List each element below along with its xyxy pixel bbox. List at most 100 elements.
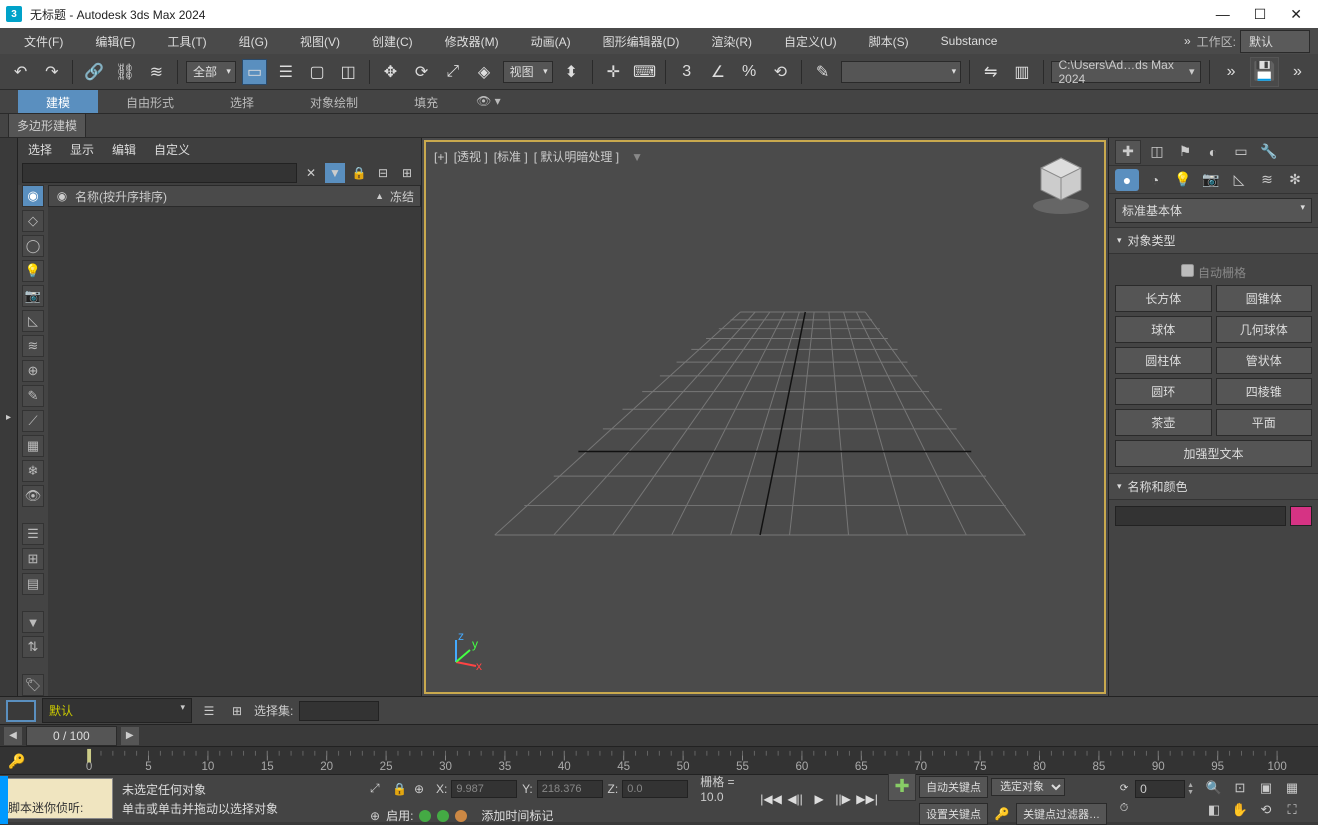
layer-dropdown[interactable]: 默认 bbox=[42, 698, 192, 723]
undo-button[interactable]: ↶ bbox=[8, 59, 33, 85]
pivot-button[interactable]: ⬍ bbox=[559, 59, 584, 85]
cylinder-button[interactable]: 圆柱体 bbox=[1115, 347, 1212, 374]
link-button[interactable]: 🔗 bbox=[81, 59, 106, 85]
manipulate-button[interactable]: ✛ bbox=[601, 59, 626, 85]
filter-spacewarps-icon[interactable]: ≋ bbox=[22, 335, 44, 357]
sort-icon[interactable]: ⇅ bbox=[22, 636, 44, 658]
menu-edit[interactable]: 编辑(E) bbox=[79, 29, 151, 54]
torus-button[interactable]: 圆环 bbox=[1115, 378, 1212, 405]
display-children-icon[interactable]: ⊟ bbox=[373, 163, 393, 183]
cameras-subtab-icon[interactable]: 📷 bbox=[1199, 169, 1223, 191]
scene-list-header[interactable]: ◉ 名称(按升序排序) ▲ 冻结 bbox=[48, 185, 421, 207]
modify-tab-icon[interactable]: ◫ bbox=[1145, 141, 1169, 163]
pyramid-button[interactable]: 四棱锥 bbox=[1216, 378, 1313, 405]
add-time-tag-button[interactable]: 添加时间标记 bbox=[481, 807, 553, 824]
geosphere-button[interactable]: 几何球体 bbox=[1216, 316, 1313, 343]
minimize-button[interactable]: — bbox=[1216, 6, 1230, 23]
layer-view-icon[interactable]: ▤ bbox=[22, 573, 44, 595]
ref-coord-dropdown[interactable]: 视图 bbox=[503, 61, 553, 83]
timeslider-handle[interactable]: 0 / 100 bbox=[26, 726, 117, 746]
ribbon-tab-paint[interactable]: 对象绘制 bbox=[282, 90, 386, 113]
display-influences-icon[interactable]: ⊞ bbox=[397, 163, 417, 183]
zoom-extents-button[interactable]: ▣ bbox=[1254, 778, 1278, 798]
funnel-icon[interactable]: ▼ bbox=[22, 611, 44, 633]
viewport-thumb[interactable] bbox=[6, 700, 36, 722]
coord-y-input[interactable] bbox=[537, 780, 603, 798]
lights-subtab-icon[interactable]: 💡 bbox=[1171, 169, 1195, 191]
placement-button[interactable]: ◈ bbox=[471, 59, 496, 85]
percent-snap-button[interactable]: % bbox=[737, 59, 762, 85]
filter-frozen-icon[interactable]: ❄ bbox=[22, 460, 44, 482]
create-tab-icon[interactable]: ✚ bbox=[1115, 140, 1141, 164]
enable-dot-2[interactable] bbox=[437, 810, 449, 822]
header-name-col[interactable]: 名称(按升序排序) bbox=[75, 188, 375, 205]
rollout-name-color[interactable]: 名称和颜色 bbox=[1109, 473, 1318, 500]
enable-dot-1[interactable] bbox=[419, 810, 431, 822]
display-tab-icon[interactable]: ▭ bbox=[1229, 141, 1253, 163]
helpers-subtab-icon[interactable]: ◺ bbox=[1227, 169, 1251, 191]
ribbon-tab-freeform[interactable]: 自由形式 bbox=[98, 90, 202, 113]
rollout-object-type[interactable]: 对象类型 bbox=[1109, 227, 1318, 254]
close-button[interactable]: ✕ bbox=[1290, 6, 1302, 23]
scene-search-input[interactable] bbox=[22, 163, 297, 183]
se-tab-custom[interactable]: 自定义 bbox=[154, 141, 190, 158]
menu-render[interactable]: 渲染(R) bbox=[695, 29, 768, 54]
spacewarps-subtab-icon[interactable]: ≋ bbox=[1255, 169, 1279, 191]
se-tab-edit[interactable]: 编辑 bbox=[112, 141, 136, 158]
filter-helpers-icon[interactable]: ◺ bbox=[22, 310, 44, 332]
menu-substance[interactable]: Substance bbox=[925, 30, 1014, 52]
key-filter-icon[interactable]: 🔑 bbox=[991, 803, 1013, 825]
zoom-extents-all-button[interactable]: ▦ bbox=[1280, 778, 1304, 798]
redo-button[interactable]: ↷ bbox=[39, 59, 64, 85]
perspective-viewport[interactable]: [+] [透视 ] [标准 ] [ 默认明暗处理 ] ▼ z x y bbox=[424, 140, 1106, 694]
filter-container-icon[interactable]: ▦ bbox=[22, 435, 44, 457]
utilities-tab-icon[interactable]: 🔧 bbox=[1257, 141, 1281, 163]
ribbon-tab-modeling[interactable]: 建模 bbox=[18, 90, 98, 113]
key-filters-button[interactable]: 关键点过滤器… bbox=[1016, 803, 1107, 825]
time-slider[interactable]: ◀ 0 / 100 ▶ bbox=[0, 724, 1318, 746]
list-view-icon[interactable]: ☰ bbox=[22, 523, 44, 545]
play-button[interactable]: ▶ bbox=[808, 788, 830, 810]
align-button[interactable]: ▥ bbox=[1009, 59, 1034, 85]
plane-button[interactable]: 平面 bbox=[1216, 409, 1313, 436]
goto-end-button[interactable]: ▶▶| bbox=[856, 788, 878, 810]
add-key-button[interactable]: ✚ bbox=[888, 773, 916, 801]
menu-customize[interactable]: 自定义(U) bbox=[768, 29, 853, 54]
toolbar-overflow2-icon[interactable]: » bbox=[1285, 59, 1310, 85]
filter-geometry-icon[interactable]: ◇ bbox=[22, 210, 44, 232]
timeslider-next-icon[interactable]: ▶ bbox=[121, 727, 139, 745]
snap-toggle-button[interactable]: 3 bbox=[674, 59, 699, 85]
key-mode-icon[interactable]: 🔑 bbox=[8, 753, 25, 770]
object-name-input[interactable] bbox=[1115, 506, 1286, 526]
selection-set-dropdown[interactable] bbox=[299, 701, 379, 721]
shapes-subtab-icon[interactable]: ◔ bbox=[1143, 169, 1167, 191]
workspace-dropdown[interactable]: 默认 bbox=[1240, 30, 1310, 53]
next-frame-button[interactable]: ||▶ bbox=[832, 788, 854, 810]
clear-search-icon[interactable]: ✕ bbox=[301, 163, 321, 183]
select-by-name-button[interactable]: ☰ bbox=[273, 59, 298, 85]
viewport-label[interactable]: [+] [透视 ] [标准 ] [ 默认明暗处理 ] ▼ bbox=[434, 148, 643, 165]
menu-animation[interactable]: 动画(A) bbox=[515, 29, 587, 54]
filter-cameras-icon[interactable]: 📷 bbox=[22, 285, 44, 307]
hierarchy-tab-icon[interactable]: ⚑ bbox=[1173, 141, 1197, 163]
keyboard-shortcut-button[interactable]: ⌨ bbox=[632, 59, 657, 85]
menu-create[interactable]: 创建(C) bbox=[356, 29, 429, 54]
header-freeze-col[interactable]: 冻结 bbox=[390, 188, 414, 205]
left-flyout-handle[interactable]: ▸ bbox=[0, 138, 18, 696]
named-selection-dropdown[interactable] bbox=[841, 61, 961, 83]
layer-add-icon[interactable]: ⊞ bbox=[226, 700, 248, 722]
bind-space-warp-button[interactable]: ≋ bbox=[144, 59, 169, 85]
move-button[interactable]: ✥ bbox=[378, 59, 403, 85]
set-key-button[interactable]: 设置关键点 bbox=[919, 803, 988, 825]
filter-xref-icon[interactable]: ✎ bbox=[22, 385, 44, 407]
viewport-filter-icon[interactable]: ▼ bbox=[631, 150, 643, 164]
lock-icon[interactable]: 🔒 bbox=[349, 163, 369, 183]
auto-grid-checkbox[interactable]: 自动栅格 bbox=[1115, 260, 1312, 285]
menu-tools[interactable]: 工具(T) bbox=[151, 29, 222, 54]
script-listener-box[interactable]: 脚本迷你侦听: bbox=[3, 778, 113, 819]
viewcube-icon[interactable] bbox=[1026, 148, 1096, 218]
se-tab-display[interactable]: 显示 bbox=[70, 141, 94, 158]
geometry-subtab-icon[interactable]: ● bbox=[1115, 169, 1139, 191]
maximize-button[interactable]: ☐ bbox=[1254, 6, 1267, 23]
coord-z-input[interactable] bbox=[622, 780, 688, 798]
